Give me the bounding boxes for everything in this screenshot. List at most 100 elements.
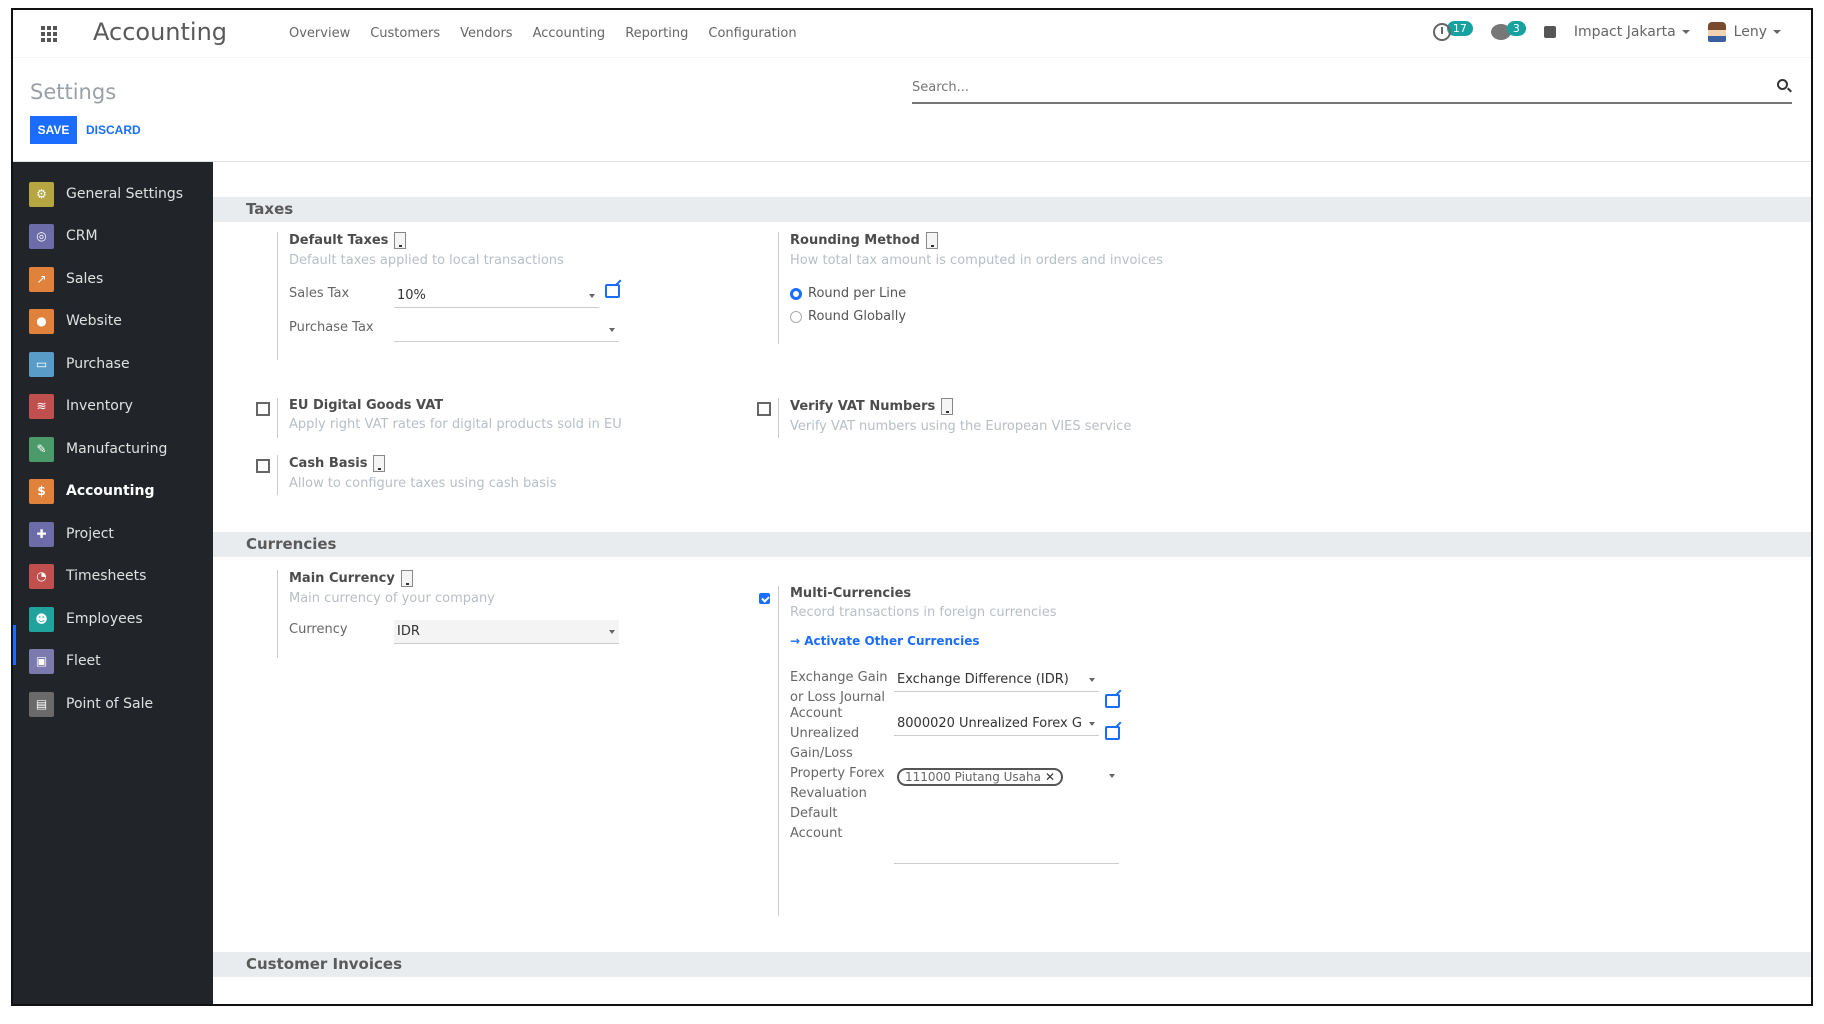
sidebar-item-label: Inventory	[66, 398, 133, 414]
chevron-down-icon	[1773, 30, 1781, 34]
activate-other-currencies-link[interactable]: → Activate Other Currencies	[790, 634, 1198, 648]
unrealized-account-select[interactable]: 8000020 Unrealized Forex G	[894, 712, 1099, 736]
setting-description: How total tax amount is computed in orde…	[790, 253, 1163, 268]
chevron-down-icon	[1089, 678, 1095, 682]
cash-basis-checkbox[interactable]	[256, 459, 270, 473]
company-switcher[interactable]: Impact Jakarta	[1574, 24, 1690, 40]
radio-button-selected[interactable]	[790, 287, 802, 300]
forex-revaluation-row: Property Forex Revaluation Default Accou…	[790, 764, 1198, 864]
external-link-icon[interactable]	[1105, 726, 1120, 740]
sidebar-item-label: Employees	[66, 611, 143, 627]
sidebar-item-label: Website	[66, 313, 122, 329]
user-menu[interactable]: Leny	[1707, 22, 1781, 42]
sidebar-item-website[interactable]: ● Website	[29, 306, 122, 336]
save-button[interactable]: SAVE	[30, 116, 77, 144]
sidebar-item-manufacturing[interactable]: ✎ Manufacturing	[29, 434, 167, 464]
menu-customers[interactable]: Customers	[370, 26, 440, 41]
setting-eu-digital-goods-vat: EU Digital Goods VAT Apply right VAT rat…	[277, 398, 677, 438]
forex-revaluation-select[interactable]: 111000 Piutang Usaha ✕	[894, 764, 1119, 864]
search-bar	[912, 74, 1792, 104]
setting-description: Allow to configure taxes using cash basi…	[289, 476, 557, 491]
app-title: Accounting	[93, 18, 228, 46]
search-input[interactable]	[912, 74, 1752, 100]
sidebar-item-label: CRM	[66, 228, 98, 244]
menu-vendors[interactable]: Vendors	[460, 26, 512, 41]
sidebar-item-fleet[interactable]: ▣ Fleet	[29, 646, 101, 676]
activities-button[interactable]: 17	[1432, 20, 1473, 41]
radio-button[interactable]	[790, 310, 802, 323]
gift-button[interactable]	[1543, 26, 1556, 38]
sales-tax-row: Sales Tax 10%	[289, 284, 677, 308]
gear-icon: ⚙	[29, 181, 54, 207]
purchase-tax-label: Purchase Tax	[289, 320, 374, 335]
users-icon: ☻	[29, 606, 54, 632]
purchase-tax-select[interactable]	[394, 318, 619, 342]
chevron-down-icon	[589, 294, 595, 298]
sales-tax-select[interactable]: 10%	[394, 284, 599, 308]
company-specific-icon	[394, 232, 407, 249]
chevron-down-icon	[1681, 30, 1690, 34]
company-specific-icon	[941, 398, 954, 415]
external-link-icon[interactable]	[605, 284, 620, 298]
search-icon[interactable]	[1777, 79, 1788, 90]
eu-digital-goods-checkbox[interactable]	[256, 402, 270, 416]
exchange-journal-label: Exchange Gain or Loss Journal	[790, 670, 888, 705]
sidebar-item-purchase[interactable]: ▭ Purchase	[29, 349, 130, 379]
sidebar-item-general-settings[interactable]: ⚙ General Settings	[29, 179, 183, 209]
setting-default-taxes: Default Taxes Default taxes applied to l…	[277, 232, 677, 360]
sidebar-item-label: Fleet	[66, 653, 101, 669]
avatar	[1707, 22, 1726, 42]
puzzle-icon: ✚	[29, 521, 54, 547]
exchange-journal-select[interactable]: Exchange Difference (IDR)	[894, 668, 1099, 692]
sales-tax-label: Sales Tax	[289, 286, 350, 301]
stopwatch-icon: ◔	[29, 563, 54, 589]
external-link-icon[interactable]	[1105, 694, 1120, 708]
sidebar-item-label: Purchase	[66, 356, 130, 372]
radio-round-per-line[interactable]: Round per Line	[790, 286, 1278, 301]
setting-title: EU Digital Goods VAT	[289, 398, 444, 413]
section-header-currencies: Currencies	[213, 532, 1811, 557]
currency-label: Currency	[289, 622, 348, 637]
sidebar-item-project[interactable]: ✚ Project	[29, 519, 114, 549]
forex-revaluation-label: Property Forex Revaluation Default Accou…	[790, 766, 885, 841]
chevron-down-icon	[609, 630, 615, 634]
sidebar-item-label: Point of Sale	[66, 696, 154, 712]
sidebar-item-crm[interactable]: ◎ CRM	[29, 221, 98, 251]
company-specific-icon	[925, 232, 938, 249]
multi-currencies-checkbox[interactable]	[759, 593, 770, 604]
setting-verify-vat-numbers: Verify VAT Numbers Verify VAT numbers us…	[778, 398, 1278, 438]
chevron-down-icon	[1109, 774, 1115, 778]
control-panel: Settings SAVE DISCARD	[13, 58, 1811, 162]
sidebar-item-point-of-sale[interactable]: ▤ Point of Sale	[29, 689, 153, 719]
radio-round-globally[interactable]: Round Globally	[790, 309, 1278, 324]
app-window: Accounting Overview Customers Vendors Ac…	[11, 8, 1813, 1006]
menu-overview[interactable]: Overview	[289, 26, 350, 41]
remove-tag-icon[interactable]: ✕	[1045, 765, 1055, 789]
box-icon: ≋	[29, 393, 54, 419]
apps-menu-icon[interactable]	[41, 26, 59, 42]
verify-vat-checkbox[interactable]	[757, 402, 771, 416]
unrealized-account-row: Account Unrealized Gain/Loss 8000020 Unr…	[790, 704, 1198, 764]
sidebar-item-accounting[interactable]: $ Accounting	[29, 476, 154, 506]
wrench-icon: ✎	[29, 436, 54, 462]
sidebar-item-inventory[interactable]: ≋ Inventory	[29, 391, 133, 421]
setting-title: Default Taxes	[289, 232, 677, 249]
menu-accounting[interactable]: Accounting	[533, 26, 606, 41]
sidebar-item-timesheets[interactable]: ◔ Timesheets	[29, 561, 146, 591]
sidebar-item-label: Accounting	[66, 483, 155, 499]
sidebar-item-sales[interactable]: ↗ Sales	[29, 264, 103, 294]
setting-description: Main currency of your company	[289, 591, 495, 606]
purchase-tax-row: Purchase Tax	[289, 318, 677, 342]
discard-button[interactable]: DISCARD	[86, 116, 141, 144]
menu-configuration[interactable]: Configuration	[708, 26, 796, 41]
sidebar-item-employees[interactable]: ☻ Employees	[29, 604, 143, 634]
currency-select[interactable]: IDR	[394, 620, 619, 644]
handshake-icon: ◎	[29, 223, 54, 249]
active-indicator	[13, 625, 16, 665]
setting-title: Rounding Method	[790, 232, 1278, 249]
globe-icon: ●	[29, 308, 54, 334]
messages-button[interactable]: 3	[1490, 20, 1526, 40]
menu-reporting[interactable]: Reporting	[625, 26, 688, 41]
currency-row: Currency IDR	[289, 620, 677, 644]
card-icon: ▭	[29, 351, 54, 377]
